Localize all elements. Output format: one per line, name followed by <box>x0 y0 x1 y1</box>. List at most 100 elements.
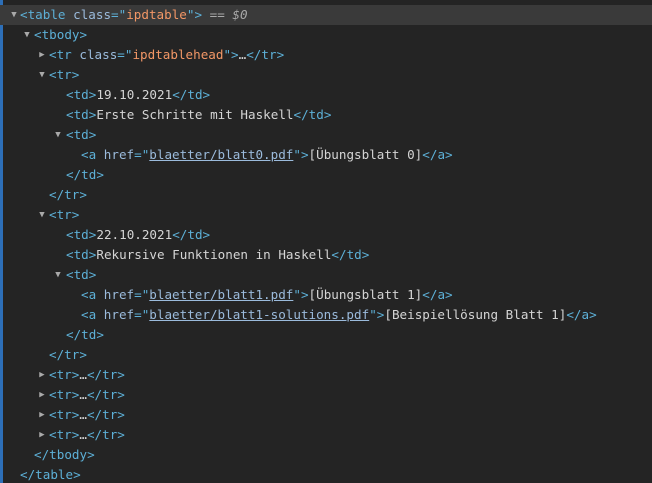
dom-node-thead-row[interactable]: ▶ <tr class="ipdtablehead">…</tr> <box>0 45 652 65</box>
dom-node-td-close-code: </td> <box>66 327 104 342</box>
tag-name: tr <box>64 187 80 202</box>
dom-node-td-links-open[interactable]: ▼ <td> <box>0 265 652 285</box>
dom-node-tbody-close[interactable]: </tbody> <box>0 445 652 465</box>
triangle-right-icon[interactable]: ▶ <box>36 405 48 425</box>
triangle-down-icon[interactable]: ▼ <box>52 265 64 285</box>
dom-node-td-close[interactable]: </td> <box>0 325 652 345</box>
tag-name: tr <box>56 207 72 222</box>
dom-node-td-title-code: <td>Erste Schritte mit Haskell</td> <box>66 107 332 122</box>
tag-name: td <box>308 107 324 122</box>
dom-node-td-date[interactable]: <td>19.10.2021</td> <box>0 85 652 105</box>
dom-node-tr-collapsed[interactable]: ▶ <tr>…</tr> <box>0 365 652 385</box>
dom-node-table-open[interactable]: ▼ <table class="ipdtable"> == $0 <box>0 5 652 25</box>
dom-node-tr-open[interactable]: ▼ <tr> <box>0 65 652 85</box>
dom-node-table-close[interactable]: </table> <box>0 465 652 483</box>
close-quote: "> <box>186 7 203 22</box>
dom-node-tr-collapsed[interactable]: ▶ <tr>…</tr> <box>0 405 652 425</box>
href-link[interactable]: blaetter/blatt0.pdf <box>149 147 293 162</box>
tag-name: td <box>73 247 89 262</box>
attribute-name: href <box>103 307 135 322</box>
tag-name: a <box>437 287 446 302</box>
href-link[interactable]: blaetter/blatt1.pdf <box>149 287 293 302</box>
triangle-right-icon[interactable]: ▶ <box>36 385 48 405</box>
dom-node-tr-collapsed-code: <tr>…</tr> <box>49 387 125 402</box>
dom-node-anchor[interactable]: <a href="blaetter/blatt1-solutions.pdf">… <box>0 305 652 325</box>
ellipsis: … <box>79 407 87 422</box>
triangle-down-icon[interactable]: ▼ <box>36 65 48 85</box>
tag-name: a <box>88 147 97 162</box>
tag-name: td <box>187 227 203 242</box>
attribute-value: ipdtable <box>126 7 187 22</box>
ellipsis: … <box>79 427 87 442</box>
dom-node-td-close[interactable]: </td> <box>0 165 652 185</box>
dom-node-tr-collapsed-code: <tr>…</tr> <box>49 367 125 382</box>
attribute-name: href <box>103 147 135 162</box>
triangle-right-icon[interactable]: ▶ <box>36 425 48 445</box>
dom-node-table-close-code: </table> <box>20 467 81 482</box>
tag-name: tr <box>102 367 118 382</box>
dom-tree-panel: ▼ <table class="ipdtable"> == $0 ▼ <tbod… <box>0 0 652 483</box>
dom-node-td-links-open-code: <td> <box>66 267 97 282</box>
tag-name: td <box>73 227 89 242</box>
dom-node-td-date-code: <td>19.10.2021</td> <box>66 87 211 102</box>
dom-node-anchor[interactable]: <a href="blaetter/blatt0.pdf">[Übungsbla… <box>0 145 652 165</box>
triangle-right-icon[interactable]: ▶ <box>36 45 48 65</box>
tag-name: table <box>27 7 66 22</box>
cell-text: Rekursive Funktionen in Haskell <box>96 247 332 262</box>
triangle-down-icon[interactable]: ▼ <box>52 125 64 145</box>
tag-name: tr <box>56 427 72 442</box>
dom-node-td-date-code: <td>22.10.2021</td> <box>66 227 211 242</box>
cell-text: Erste Schritte mit Haskell <box>96 107 294 122</box>
cell-text: 19.10.2021 <box>96 87 173 102</box>
triangle-down-icon[interactable]: ▼ <box>36 205 48 225</box>
dom-node-tr-close[interactable]: </tr> <box>0 345 652 365</box>
dom-node-anchor[interactable]: <a href="blaetter/blatt1.pdf">[Übungsbla… <box>0 285 652 305</box>
triangle-right-icon[interactable]: ▶ <box>36 365 48 385</box>
tag-name: td <box>81 327 97 342</box>
tag-name: tr <box>64 347 80 362</box>
tag-name: td <box>73 267 89 282</box>
equals-quote: =" <box>111 7 127 22</box>
tag-name: tr <box>102 427 118 442</box>
dom-node-thead-row-code: <tr class="ipdtablehead">…</tr> <box>49 47 285 62</box>
link-text: [Übungsblatt 0] <box>308 147 423 162</box>
dom-node-table-open-code: <table class="ipdtable"> == $0 <box>20 5 248 25</box>
tag-name: td <box>73 107 89 122</box>
dom-node-td-links-open-code: <td> <box>66 127 97 142</box>
tag-name: a <box>581 307 590 322</box>
tag-name: tbody <box>41 27 80 42</box>
triangle-down-icon[interactable]: ▼ <box>21 25 33 45</box>
ellipsis: … <box>79 367 87 382</box>
triangle-down-icon[interactable]: ▼ <box>8 5 20 25</box>
tag-name: tr <box>102 407 118 422</box>
tag-name: tr <box>102 387 118 402</box>
dom-node-tr-close-code: </tr> <box>49 187 87 202</box>
tag-name: td <box>346 247 362 262</box>
dom-node-tr-close[interactable]: </tr> <box>0 185 652 205</box>
dom-node-tr-collapsed[interactable]: ▶ <tr>…</tr> <box>0 425 652 445</box>
dom-node-tbody-open-code: <tbody> <box>34 27 88 42</box>
dom-node-tbody-open[interactable]: ▼ <tbody> <box>0 25 652 45</box>
dom-node-td-title[interactable]: <td>Erste Schritte mit Haskell</td> <box>0 105 652 125</box>
tag-name: tr <box>56 67 72 82</box>
tag-name: tr <box>261 47 277 62</box>
tag-name: tr <box>56 407 72 422</box>
tag-name: table <box>35 467 74 482</box>
console-ref: $0 <box>232 7 248 22</box>
tag-name: a <box>88 287 97 302</box>
dom-node-td-title-code: <td>Rekursive Funktionen in Haskell</td> <box>66 247 370 262</box>
tag-name: tr <box>56 367 72 382</box>
dom-node-td-date[interactable]: <td>22.10.2021</td> <box>0 225 652 245</box>
attribute-value: ipdtablehead <box>132 47 224 62</box>
dom-node-td-links-open[interactable]: ▼ <td> <box>0 125 652 145</box>
tag-name: td <box>81 167 97 182</box>
dom-node-td-title[interactable]: <td>Rekursive Funktionen in Haskell</td> <box>0 245 652 265</box>
dom-node-tr-collapsed-code: <tr>…</tr> <box>49 407 125 422</box>
dom-node-tr-open[interactable]: ▼ <tr> <box>0 205 652 225</box>
attribute-name: href <box>103 287 135 302</box>
tag-name: td <box>73 127 89 142</box>
dom-node-tr-collapsed[interactable]: ▶ <tr>…</tr> <box>0 385 652 405</box>
dom-node-tr-collapsed-code: <tr>…</tr> <box>49 427 125 442</box>
tag-name: tr <box>56 387 72 402</box>
href-link[interactable]: blaetter/blatt1-solutions.pdf <box>149 307 369 322</box>
